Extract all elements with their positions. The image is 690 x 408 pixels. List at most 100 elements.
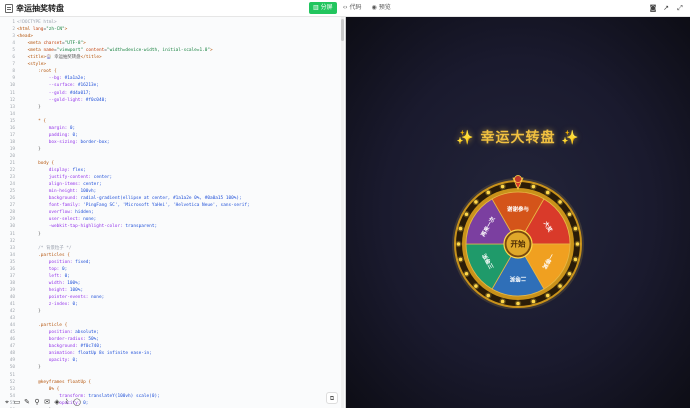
line-number: 32 xyxy=(9,238,15,244)
line-text: overflow: hidden; xyxy=(17,210,94,216)
line-number: 29 xyxy=(9,217,15,223)
code-line: 12 --gold-light: #f0c040; xyxy=(0,97,340,104)
line-text: top: 0; xyxy=(17,266,68,272)
code-line: 50 } xyxy=(0,364,340,371)
light-bulb xyxy=(464,212,469,217)
view-tabs: ▥ 分屏 ‹› 代码 ◉ 预览 xyxy=(309,2,395,14)
tab-preview[interactable]: ◉ 预览 xyxy=(368,2,395,14)
line-text: <head> xyxy=(17,34,33,40)
brush-icon[interactable]: ⌇ xyxy=(63,398,71,407)
top-bar: 幸运抽奖转盘 ▥ 分屏 ‹› 代码 ◉ 预览 ◙ ↗ ⤢ xyxy=(0,0,690,17)
layout-icon[interactable]: ▭ xyxy=(13,398,21,407)
line-number: 1 xyxy=(12,20,15,25)
line-number: 35 xyxy=(9,259,15,265)
code-line: 3 <head> xyxy=(0,33,340,40)
share-icon[interactable]: ↗ xyxy=(661,3,671,13)
line-text: <meta charset="UTF-8"> xyxy=(17,41,86,47)
code-line: 39 height: 100%; xyxy=(0,287,340,294)
code-icon: ‹› xyxy=(342,4,348,11)
line-text: border-radius: 50%; xyxy=(17,337,99,343)
light-bulb xyxy=(516,301,520,306)
line-number: 33 xyxy=(9,245,15,251)
line-text: position: absolute; xyxy=(17,330,99,336)
line-text: <!DOCTYPE html> xyxy=(17,20,57,25)
code-line: 28 overflow: hidden; xyxy=(0,209,340,216)
code-line: 31 } xyxy=(0,231,340,238)
window-title: 幸运抽奖转盘 xyxy=(16,4,64,13)
center-button-label[interactable]: 开始 xyxy=(511,239,526,249)
light-bulb xyxy=(464,271,469,276)
light-bulb xyxy=(531,299,536,304)
copy-button[interactable]: ⧉ xyxy=(326,392,338,404)
line-number: 17 xyxy=(9,132,15,138)
light-bulb xyxy=(486,293,491,298)
line-number: 7 xyxy=(12,62,15,68)
document-icon xyxy=(5,4,13,13)
tab-code[interactable]: ‹› 代码 xyxy=(339,2,366,14)
line-text: box-sizing: border-box; xyxy=(17,139,110,145)
code-line: 27 font-family: 'PingFang SC', 'Microsof… xyxy=(0,202,340,209)
line-text: <style> xyxy=(17,62,47,68)
light-bulb xyxy=(486,190,491,195)
code-line: 47 background: #f0c740; xyxy=(0,343,340,350)
line-text: position: fixed; xyxy=(17,259,92,265)
code-editor[interactable]: 1 <!DOCTYPE html> 2 <html lang="zh-CN"> 3 <he… xyxy=(0,17,345,408)
code-line: 16 margin: 0; xyxy=(0,125,340,132)
line-text: padding: 0; xyxy=(17,132,78,138)
code-line: 14 xyxy=(0,111,340,118)
prize-wheel[interactable]: 谢谢参与大奖一等奖二等奖三等奖再来一次开始 xyxy=(451,153,585,309)
line-number: 27 xyxy=(9,203,15,209)
line-number: 18 xyxy=(9,139,15,145)
wheel-title: ✨ 幸运大转盘 ✨ xyxy=(346,127,690,147)
code-line: 23 justify-content: center; xyxy=(0,174,340,181)
code-line: 33 /* 背景粒子 */ xyxy=(0,245,340,252)
pen-icon[interactable]: ✎ xyxy=(23,398,31,407)
line-number: 31 xyxy=(9,231,15,237)
cursor-icon[interactable]: ⌖ xyxy=(3,398,11,407)
line-number: 6 xyxy=(12,55,15,61)
scroll-thumb[interactable] xyxy=(341,19,344,41)
sparkle-icon: ✨ xyxy=(561,130,580,146)
line-number: 49 xyxy=(9,358,15,364)
line-number: 41 xyxy=(9,302,15,307)
line-number: 37 xyxy=(9,273,15,279)
light-bulb xyxy=(500,299,505,304)
line-number: 10 xyxy=(9,83,15,89)
line-text: .particle { xyxy=(17,323,68,329)
camera-icon[interactable]: ◙ xyxy=(648,3,658,13)
line-number: 3 xyxy=(12,34,15,40)
code-line: 15 * { xyxy=(0,118,340,125)
code-scrollbar[interactable] xyxy=(341,17,344,408)
comment-icon[interactable]: ✉ xyxy=(43,398,51,407)
paint-icon[interactable]: ◈ xyxy=(53,398,61,407)
line-number: 19 xyxy=(9,146,15,152)
line-number: 2 xyxy=(12,27,15,33)
expand-icon[interactable]: ⤢ xyxy=(675,3,685,13)
line-text: <html lang="zh-CN"> xyxy=(17,27,68,33)
line-text: --bg: #1a1a2e; xyxy=(17,76,86,82)
code-line: 46 border-radius: 50%; xyxy=(0,336,340,343)
line-number: 15 xyxy=(9,118,15,124)
pin-icon[interactable]: ⚲ xyxy=(33,398,41,407)
line-text: background: #f0c740; xyxy=(17,344,102,350)
line-text: user-select: none; xyxy=(17,217,97,223)
line-text: width: 100%; xyxy=(17,280,81,286)
line-number: 16 xyxy=(9,125,15,131)
line-text: body { xyxy=(17,161,55,166)
code-line: 32 xyxy=(0,238,340,245)
line-number: 23 xyxy=(9,175,15,181)
code-line: 22 display: flex; xyxy=(0,167,340,174)
split-icon: ▥ xyxy=(313,4,319,11)
light-bulb xyxy=(573,257,578,262)
line-text: z-index: 0; xyxy=(17,302,78,307)
circle-icon[interactable]: ◯ xyxy=(73,398,81,407)
line-text: height: 100%; xyxy=(17,287,84,293)
code-line: 17 padding: 0; xyxy=(0,132,340,139)
code-line: 36 top: 0; xyxy=(0,266,340,273)
line-number: 9 xyxy=(12,76,15,82)
code-line: 13 } xyxy=(0,104,340,111)
eye-icon: ◉ xyxy=(371,4,377,11)
tab-split[interactable]: ▥ 分屏 xyxy=(309,2,337,14)
line-text: --gold-light: #f0c040; xyxy=(17,97,107,103)
code-line: 35 position: fixed; xyxy=(0,259,340,266)
